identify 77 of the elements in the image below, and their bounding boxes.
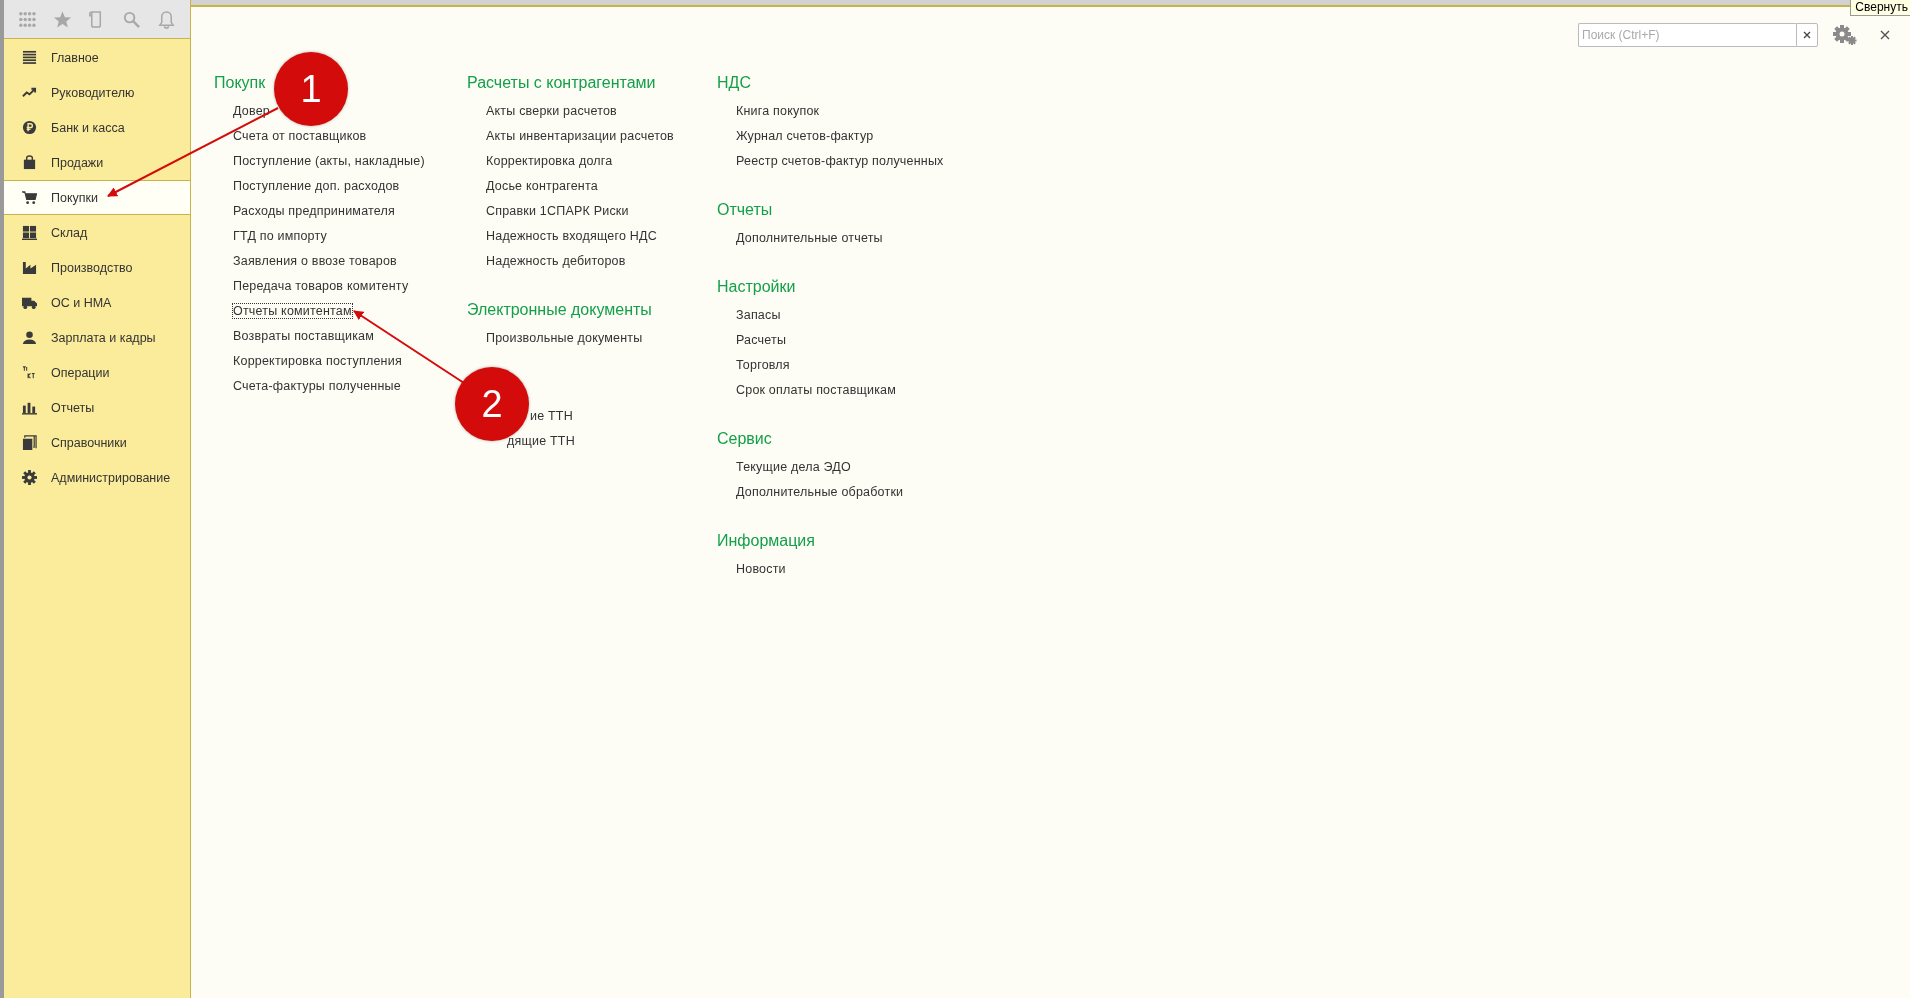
menu-link[interactable]: Акты инвентаризации расчетов	[485, 127, 675, 144]
menu-link[interactable]: Акты сверки расчетов	[485, 102, 618, 119]
truck-icon	[22, 295, 37, 310]
section-item[interactable]: Справочники	[4, 425, 190, 460]
books-icon	[22, 435, 37, 450]
search-icon[interactable]	[122, 9, 142, 29]
menu-link[interactable]: Счета-фактуры полученные	[232, 377, 402, 394]
settings-icon	[22, 470, 37, 485]
section-heading: Расчеты с контрагентами	[467, 73, 656, 93]
menu-link[interactable]: ие ТТН	[529, 407, 574, 424]
section-item[interactable]: Покупки	[4, 180, 190, 215]
menu-link[interactable]: Корректировка долга	[485, 152, 614, 169]
close-icon[interactable]	[1880, 30, 1890, 40]
menu-link[interactable]: Поступление доп. расходов	[232, 177, 401, 194]
menu-link[interactable]: ГТД по импорту	[232, 227, 328, 244]
menu-link[interactable]: Произвольные документы	[485, 329, 644, 346]
bell-icon[interactable]	[157, 9, 177, 29]
bar-chart-icon	[22, 400, 37, 415]
menu-link[interactable]: Справки 1СПАРК Риски	[485, 202, 630, 219]
section-heading: Настройки	[717, 277, 796, 297]
menu-link[interactable]: Поступление (акты, накладные)	[232, 152, 426, 169]
section-item[interactable]: Отчеты	[4, 390, 190, 425]
cart-icon	[22, 190, 37, 205]
callout-number: 1	[274, 52, 348, 126]
menu-link[interactable]: Счета от поставщиков	[232, 127, 368, 144]
tooltip: Свернуть	[1850, 0, 1910, 16]
section-item[interactable]: Зарплата и кадры	[4, 320, 190, 355]
blocks-icon	[22, 225, 37, 240]
apps-grid-icon[interactable]	[17, 9, 37, 29]
section-item[interactable]: Склад	[4, 215, 190, 250]
menu-link[interactable]: Новости	[735, 560, 787, 577]
menu-link[interactable]: Надежность дебиторов	[485, 252, 627, 269]
close-icon	[1803, 31, 1811, 39]
menu-link[interactable]: Журнал счетов-фактур	[735, 127, 875, 144]
menu-link[interactable]: Надежность входящего НДС	[485, 227, 658, 244]
menu-link[interactable]: Довер	[232, 102, 271, 119]
menu-link[interactable]: Срок оплаты поставщикам	[735, 381, 898, 398]
menu-link[interactable]: Дополнительные обработки	[735, 483, 905, 500]
menu-link[interactable]: Книга покупок	[735, 102, 821, 119]
section-heading: Информация	[717, 531, 815, 551]
factory-icon	[22, 260, 37, 275]
menu-link[interactable]: Дополнительные отчеты	[735, 229, 884, 246]
section-item[interactable]: ОС и НМА	[4, 285, 190, 320]
menu-link[interactable]: Расчеты	[735, 331, 788, 348]
menu-link[interactable]: Заявления о ввозе товаров	[232, 252, 398, 269]
section-heading: Покупк	[214, 73, 266, 93]
search-field[interactable]: Поиск (Ctrl+F)	[1578, 23, 1796, 47]
menu-link[interactable]: Реестр счетов-фактур полученных	[735, 152, 945, 169]
section-item[interactable]: Производство	[4, 250, 190, 285]
section-heading: НДС	[717, 73, 751, 93]
section-item[interactable]: Продажи	[4, 145, 190, 180]
menu-link[interactable]: Корректировка поступления	[232, 352, 403, 369]
star-icon[interactable]	[52, 9, 72, 29]
menu-link[interactable]: Возвраты поставщикам	[232, 327, 376, 344]
menu-link[interactable]: Отчеты комитентам	[232, 302, 353, 319]
section-item[interactable]: Администрирование	[4, 460, 190, 495]
menu-link[interactable]: Досье контрагента	[485, 177, 599, 194]
menu-link[interactable]: Торговля	[735, 356, 791, 373]
section-heading: Отчеты	[717, 200, 773, 220]
list-icon	[22, 50, 37, 65]
section-heading: Электронные документы	[467, 300, 652, 320]
settings-icon[interactable]	[1832, 24, 1858, 46]
person-icon	[22, 330, 37, 345]
trend-icon	[22, 85, 37, 100]
menu-link[interactable]: Текущие дела ЭДО	[735, 458, 852, 475]
menu-link[interactable]: Запасы	[735, 306, 782, 323]
ruble-coin-icon	[22, 120, 37, 135]
menu-link[interactable]: Расходы предпринимателя	[232, 202, 396, 219]
section-item[interactable]: Руководителю	[4, 75, 190, 110]
section-item[interactable]: Операции	[4, 355, 190, 390]
debit-credit-icon	[22, 365, 37, 380]
clear-search-button[interactable]	[1796, 23, 1818, 47]
section-item[interactable]: Главное	[4, 40, 190, 75]
section-heading: Сервис	[717, 429, 772, 449]
bag-icon	[22, 155, 37, 170]
menu-link[interactable]: Передача товаров комитенту	[232, 277, 410, 294]
section-item[interactable]: Банк и касса	[4, 110, 190, 145]
